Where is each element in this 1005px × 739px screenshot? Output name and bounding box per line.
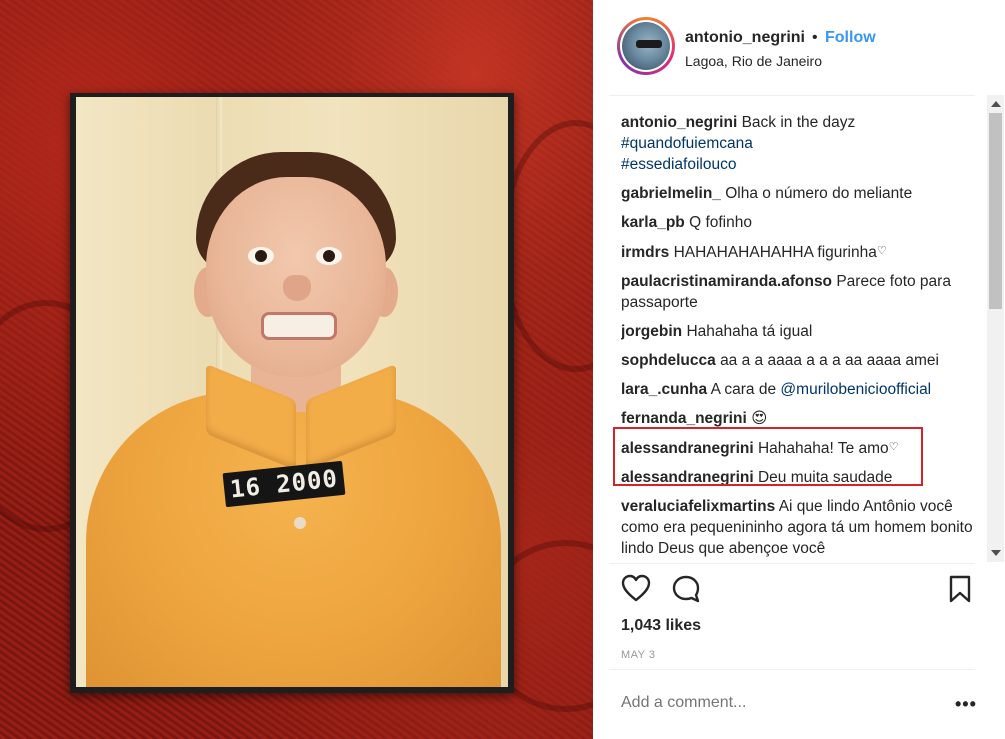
comment-like-heart-icon[interactable]: ♡ <box>877 245 887 257</box>
comment-item: sophdelucca aa a a aaaa a a a aa aaaa am… <box>621 350 981 371</box>
mention-link[interactable]: @murilobenicioofficial <box>780 381 931 398</box>
comment-text: Hahahaha tá igual <box>686 323 813 340</box>
comment-text: Olha o número do meliante <box>725 185 913 202</box>
add-comment-input[interactable] <box>621 694 941 712</box>
comment-username[interactable]: paulacristinamiranda.afonso <box>621 273 832 290</box>
comment-username[interactable]: sophdelucca <box>621 352 716 369</box>
comment-username[interactable]: jorgebin <box>621 323 682 340</box>
hashtag-link[interactable]: #essediafoilouco <box>621 154 981 175</box>
comment-item: irmdrs HAHAHAHAHAHHA figurinha♡ <box>621 241 981 263</box>
comment-item: gabrielmelin_ Olha o número do meliante <box>621 183 981 204</box>
comments-list: antonio_negrini Back in the dayz #quando… <box>621 112 981 562</box>
caption-text: Back in the dayz <box>741 114 856 131</box>
scroll-down-arrow-icon[interactable] <box>991 550 1001 556</box>
highlight-box <box>613 427 923 486</box>
divider <box>609 563 975 564</box>
speech-bubble-icon[interactable] <box>671 574 701 609</box>
avatar-story-ring[interactable] <box>617 17 675 75</box>
hashtag-link[interactable]: #quandofuiemcana <box>621 133 981 154</box>
post-photo[interactable]: 16 2000 <box>0 0 593 739</box>
comment-username[interactable]: irmdrs <box>621 244 669 261</box>
comments-scrollbar[interactable] <box>987 95 1004 562</box>
child-mouth <box>261 312 337 340</box>
child-eye <box>316 247 342 265</box>
comment-username[interactable]: gabrielmelin_ <box>621 185 721 202</box>
avatar-image <box>622 22 670 70</box>
follow-button[interactable]: Follow <box>825 29 876 47</box>
separator-dot: • <box>812 29 818 46</box>
old-photo-print: 16 2000 <box>70 93 514 693</box>
child-eye <box>248 247 274 265</box>
header-username[interactable]: antonio_negrini <box>685 29 805 47</box>
comment-item: jorgebin Hahahaha tá igual <box>621 321 981 342</box>
caption: antonio_negrini Back in the dayz #quando… <box>621 112 981 175</box>
comment-text: A cara de <box>710 381 777 398</box>
heart-outline-icon[interactable] <box>621 574 651 607</box>
bookmark-icon[interactable] <box>948 575 972 608</box>
scroll-up-arrow-icon[interactable] <box>991 101 1001 107</box>
comment-emoji: 😍 <box>751 410 768 427</box>
divider <box>609 669 975 670</box>
likes-count[interactable]: 1,043 likes <box>621 617 701 635</box>
action-bar <box>593 570 1005 610</box>
comment-item: karla_pb Q fofinho <box>621 212 981 233</box>
divider <box>609 95 975 96</box>
comment-username[interactable]: karla_pb <box>621 214 685 231</box>
location-link[interactable]: Lagoa, Rio de Janeiro <box>685 53 822 69</box>
comment-text: HAHAHAHAHAHHA figurinha <box>673 244 877 261</box>
comment-item: paulacristinamiranda.afonso Parece foto … <box>621 271 981 313</box>
avatar <box>620 20 672 72</box>
caption-username[interactable]: antonio_negrini <box>621 114 737 131</box>
comment-username[interactable]: lara_.cunha <box>621 381 707 398</box>
comment-text: Q fofinho <box>689 214 752 231</box>
comment-text: aa a a aaaa a a a aa aaaa amei <box>720 352 939 369</box>
photo-image: 16 2000 <box>76 97 508 687</box>
child-nose <box>283 275 311 301</box>
post-side-panel: antonio_negrini • Follow Lagoa, Rio de J… <box>593 0 1005 739</box>
scrollbar-thumb[interactable] <box>989 113 1002 309</box>
post-header: antonio_negrini • Follow Lagoa, Rio de J… <box>593 0 1005 95</box>
comment-username[interactable]: veraluciafelixmartins <box>621 498 775 515</box>
more-options-button[interactable]: ••• <box>955 694 977 715</box>
post-date[interactable]: MAY 3 <box>621 649 656 661</box>
comment-item: fernanda_negrini 😍 <box>621 408 981 429</box>
shirt-button <box>294 517 306 529</box>
comment-username[interactable]: fernanda_negrini <box>621 410 747 427</box>
comment-item: lara_.cunha A cara de @murilobeniciooffi… <box>621 379 981 400</box>
comment-item: veraluciafelixmartins Ai que lindo Antôn… <box>621 496 981 559</box>
